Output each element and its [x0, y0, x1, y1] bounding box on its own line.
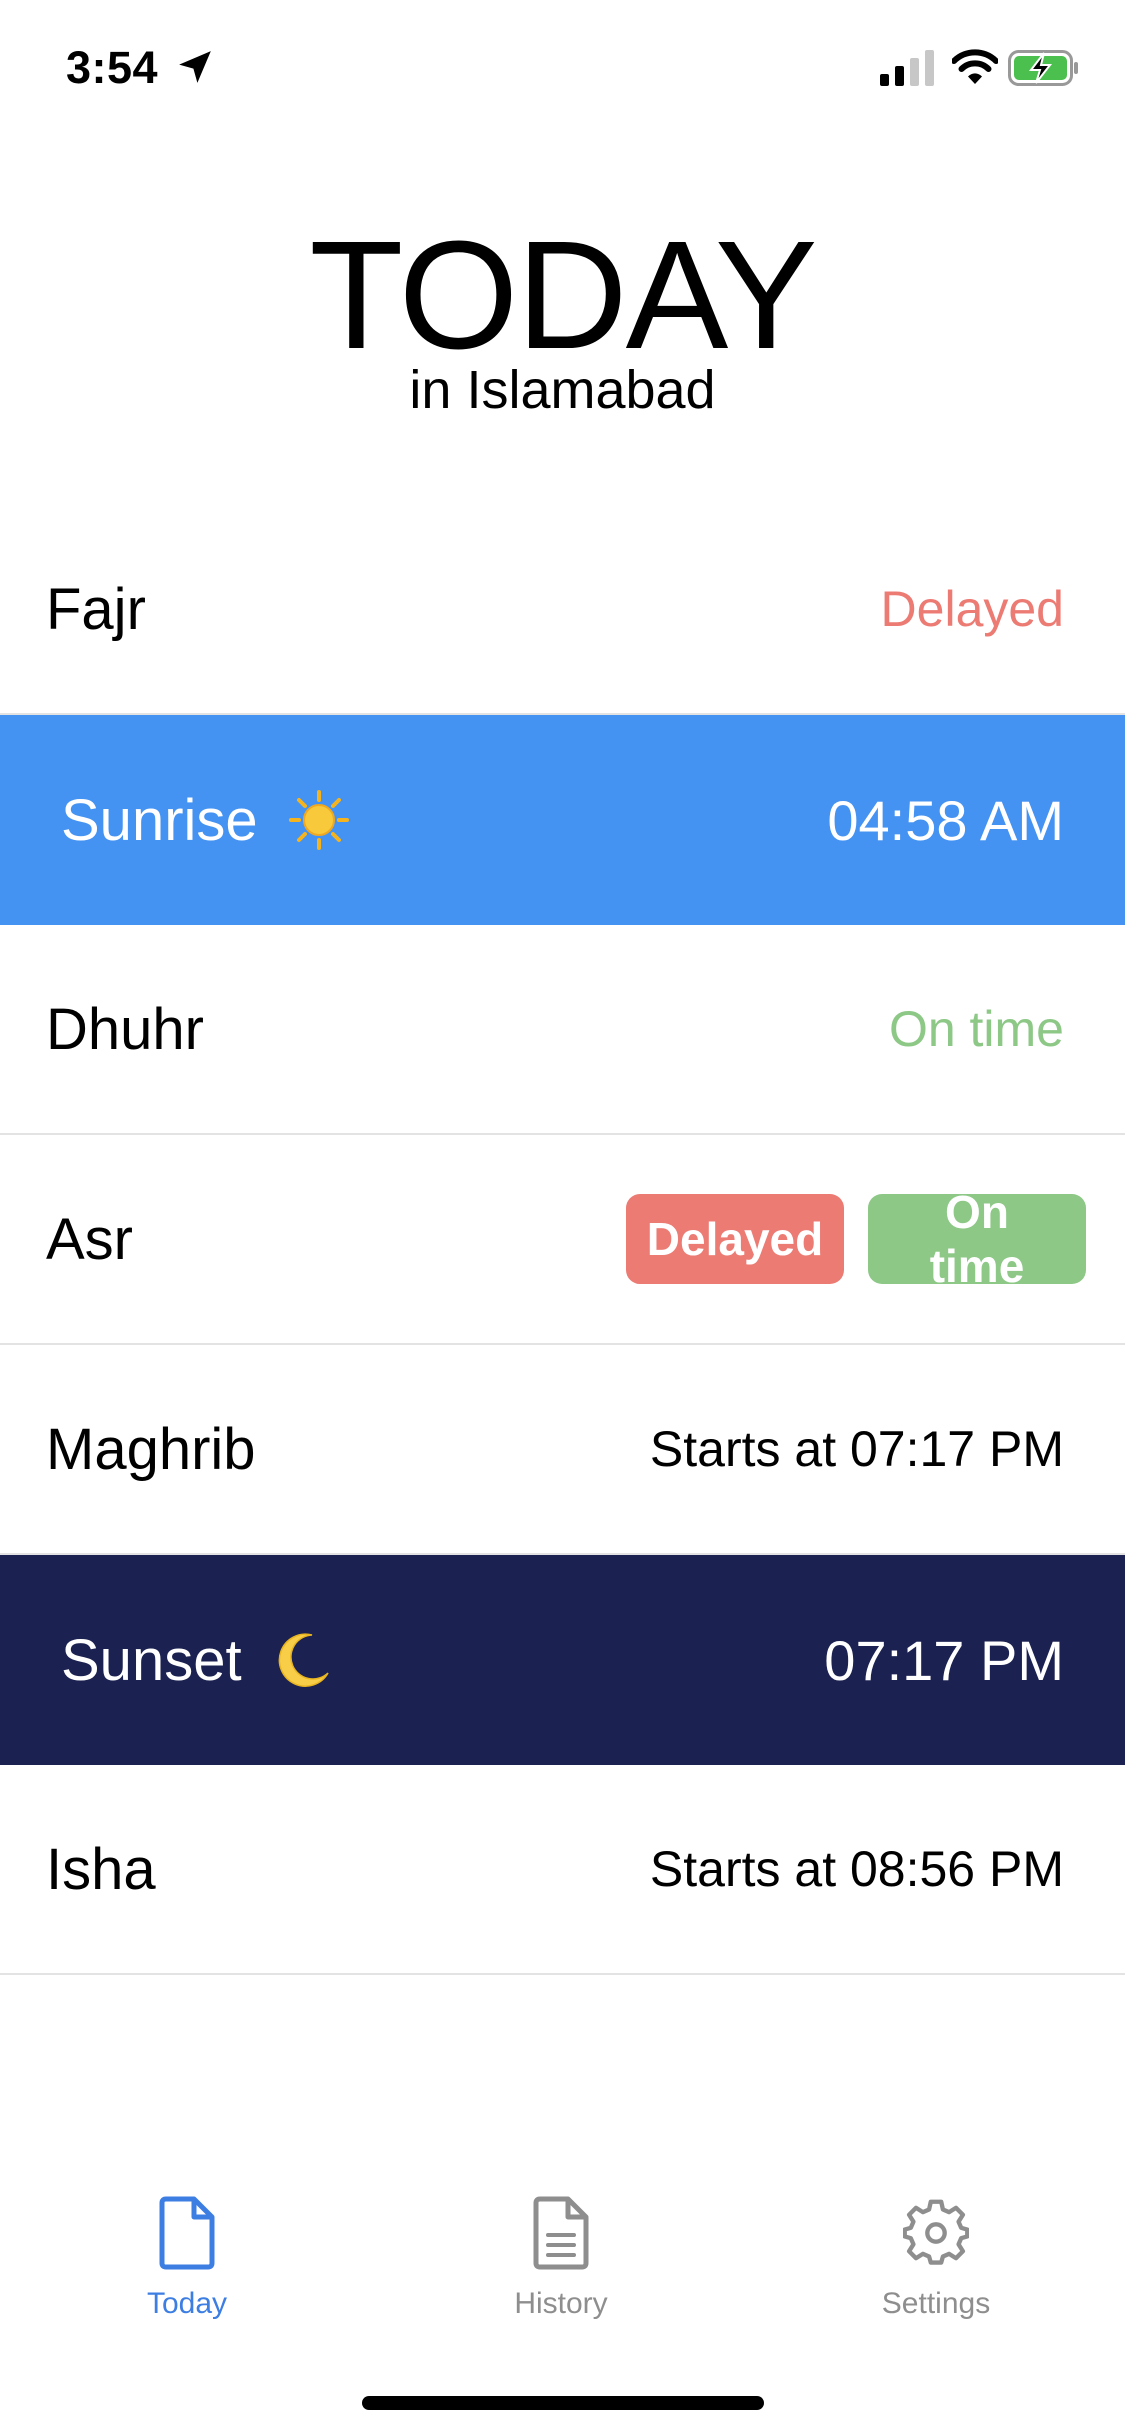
prayer-list: Fajr Delayed Sunrise 04:58 AM Dhuhr On t…	[0, 505, 1125, 1975]
today-screen: 3:54 TODAY in Islamabad Fajr Delayed Sun…	[0, 0, 1125, 2436]
prayer-status: On time	[888, 1001, 1064, 1057]
prayer-status: Delayed	[880, 581, 1064, 637]
prayer-name: Fajr	[46, 576, 146, 642]
header: TODAY in Islamabad	[0, 209, 1125, 420]
tab-label: Settings	[881, 2287, 991, 2320]
sun-icon	[288, 790, 349, 851]
prayer-name: Sunset	[61, 1627, 242, 1693]
prayer-row-fajr[interactable]: Fajr Delayed	[0, 505, 1125, 715]
document-lines-icon	[533, 2196, 589, 2270]
crescent-moon-icon	[278, 1633, 329, 1688]
prayer-start-time: Starts at 08:56 PM	[649, 1841, 1064, 1897]
prayer-name: Asr	[46, 1206, 133, 1272]
sunrise-row: Sunrise 04:58 AM	[0, 715, 1125, 925]
prayer-row-asr: Asr Delayed On time	[0, 1135, 1125, 1345]
tab-label: Today	[146, 2287, 228, 2320]
location-arrow-icon	[179, 51, 211, 83]
prayer-name: Dhuhr	[46, 996, 204, 1062]
status-time: 3:54	[66, 42, 159, 93]
prayer-name: Isha	[46, 1836, 156, 1902]
battery-charging-icon	[1008, 50, 1078, 86]
tab-bar: Today History Settings	[0, 2195, 1125, 2355]
location-subtitle: in Islamabad	[409, 360, 716, 420]
tab-label: History	[514, 2287, 608, 2320]
tab-today[interactable]: Today	[87, 2195, 287, 2321]
prayer-row-maghrib[interactable]: Maghrib Starts at 07:17 PM	[0, 1345, 1125, 1555]
prayer-row-isha[interactable]: Isha Starts at 08:56 PM	[0, 1765, 1125, 1975]
tab-history[interactable]: History	[461, 2195, 661, 2321]
cellular-signal-icon	[880, 50, 934, 86]
sunset-time: 07:17 PM	[824, 1628, 1064, 1692]
sunrise-time: 04:58 AM	[827, 788, 1064, 852]
sunset-label-group: Sunset	[61, 1627, 334, 1694]
prayer-row-dhuhr[interactable]: Dhuhr On time	[0, 925, 1125, 1135]
delayed-button[interactable]: Delayed	[626, 1194, 844, 1284]
status-choice-group: Delayed On time	[626, 1186, 1086, 1292]
sunrise-label-group: Sunrise	[61, 787, 350, 854]
document-icon	[159, 2196, 215, 2270]
prayer-start-time: Starts at 07:17 PM	[649, 1421, 1064, 1477]
home-indicator[interactable]	[362, 2396, 764, 2410]
status-bar: 3:54	[0, 0, 1125, 140]
on-time-button[interactable]: On time	[868, 1186, 1086, 1292]
sunset-row: Sunset 07:17 PM	[0, 1555, 1125, 1765]
prayer-name: Maghrib	[46, 1416, 256, 1482]
tab-settings[interactable]: Settings	[836, 2195, 1036, 2321]
wifi-icon	[952, 49, 998, 84]
page-title: TODAY	[309, 209, 817, 381]
prayer-name: Sunrise	[61, 787, 258, 853]
gear-icon	[903, 2199, 969, 2265]
